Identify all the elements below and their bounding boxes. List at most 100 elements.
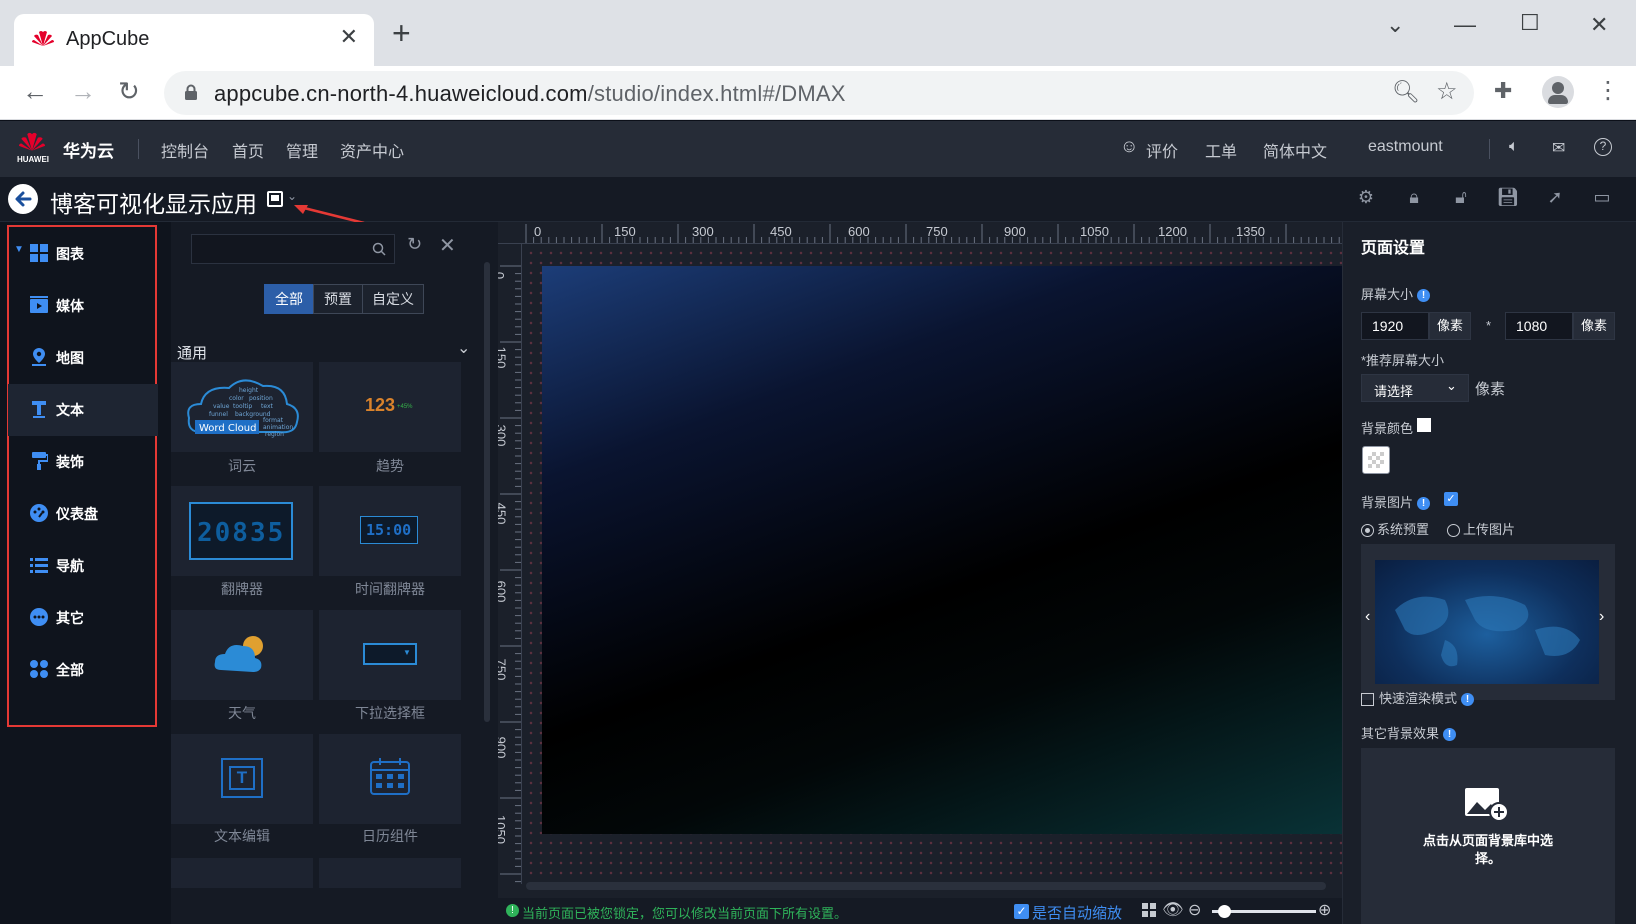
bg-image-checkbox[interactable]: ✓ bbox=[1444, 492, 1458, 506]
back-button[interactable] bbox=[8, 184, 38, 214]
speaker-icon[interactable]: 🔈︎ bbox=[1509, 138, 1519, 156]
component-search-input[interactable] bbox=[191, 234, 395, 264]
mail-icon[interactable]: ✉ bbox=[1552, 138, 1565, 158]
browser-tab[interactable]: AppCube ✕ bbox=[14, 14, 374, 66]
user-name[interactable]: eastmount bbox=[1368, 138, 1443, 156]
recommended-size-select[interactable]: 请选择 ⌄ bbox=[1361, 374, 1469, 402]
sidebar-item-navigation[interactable]: 导航 bbox=[8, 540, 158, 592]
filter-all-button[interactable]: 全部 bbox=[264, 284, 314, 314]
nav-home[interactable]: 首页 bbox=[232, 138, 264, 162]
radio-upload-image[interactable]: 上传图片 bbox=[1447, 519, 1515, 538]
expand-caret-icon[interactable]: ▼ bbox=[14, 244, 24, 255]
component-card-wordcloud[interactable]: height color position value tooltip text… bbox=[171, 362, 313, 452]
component-card-time-flipper[interactable]: 15:00 bbox=[319, 486, 461, 576]
smile-icon[interactable]: ☺ bbox=[1120, 136, 1138, 157]
bg-library-picker[interactable]: 点击从页面背景库中选择。 bbox=[1361, 748, 1615, 924]
bookmark-star-icon[interactable]: ☆ bbox=[1436, 77, 1458, 106]
save-icon[interactable]: 💾︎ bbox=[1496, 187, 1520, 211]
minimize-icon[interactable]: — bbox=[1454, 12, 1476, 38]
sidebar-item-other[interactable]: 其它 bbox=[8, 592, 158, 644]
carousel-next-icon[interactable]: › bbox=[1599, 608, 1604, 626]
address-bar[interactable]: appcube.cn-north-4.huaweicloud.com/studi… bbox=[164, 71, 1474, 115]
info-icon[interactable]: ! bbox=[1461, 693, 1475, 707]
tab-search-chevron-icon[interactable]: ⌄ bbox=[1386, 12, 1404, 38]
width-input[interactable]: 1920 bbox=[1361, 312, 1429, 340]
zoom-slider-handle[interactable] bbox=[1218, 905, 1231, 918]
extensions-icon[interactable]: ✚ bbox=[1494, 78, 1512, 104]
design-canvas[interactable] bbox=[542, 266, 1342, 834]
carousel-prev-icon[interactable]: ‹ bbox=[1365, 608, 1370, 626]
lock-icon[interactable] bbox=[184, 84, 198, 101]
grid-toggle-icon[interactable] bbox=[1142, 903, 1156, 917]
sidebar-item-decoration[interactable]: 装饰 bbox=[8, 436, 158, 488]
sidebar-item-text[interactable]: 文本 bbox=[8, 384, 158, 436]
window-close-icon[interactable]: ✕ bbox=[1590, 12, 1608, 38]
help-icon[interactable]: ? bbox=[1594, 138, 1612, 156]
zoom-icon[interactable]: 🔍︎ bbox=[1392, 79, 1420, 105]
component-card-dropdown[interactable]: ▼ bbox=[319, 610, 461, 700]
nav-console[interactable]: 控制台 bbox=[161, 138, 209, 162]
component-card-partial[interactable] bbox=[171, 858, 313, 888]
lock-screen-icon[interactable]: 🔒︎ bbox=[1402, 187, 1426, 211]
auto-scale-label[interactable]: 是否自动缩放 bbox=[1032, 902, 1122, 923]
refresh-icon[interactable]: ↻ bbox=[407, 234, 422, 255]
maximize-icon[interactable]: ☐ bbox=[1520, 10, 1540, 36]
settings-gear-icon[interactable]: ⚙ bbox=[1354, 187, 1378, 211]
bg-color-swatch[interactable] bbox=[1417, 418, 1431, 432]
bg-image-carousel[interactable]: ‹ › bbox=[1361, 544, 1615, 700]
canvas-horizontal-scrollbar[interactable] bbox=[526, 882, 1326, 890]
height-input[interactable]: 1080 bbox=[1505, 312, 1573, 340]
fast-render-checkbox[interactable] bbox=[1361, 693, 1374, 707]
fast-render-option[interactable]: 快速渲染模式! bbox=[1361, 688, 1475, 707]
component-card-calendar[interactable] bbox=[319, 734, 461, 824]
filter-custom-button[interactable]: 自定义 bbox=[362, 284, 424, 314]
page-template-icon[interactable] bbox=[267, 191, 283, 207]
tab-close-icon[interactable]: ✕ bbox=[340, 24, 358, 50]
new-tab-button[interactable]: + bbox=[392, 17, 411, 49]
component-card-weather[interactable] bbox=[171, 610, 313, 700]
eye-icon[interactable]: 👁︎ bbox=[1162, 900, 1184, 920]
info-icon[interactable]: ! bbox=[1417, 289, 1431, 303]
info-icon[interactable]: ! bbox=[1417, 497, 1431, 511]
profile-avatar[interactable] bbox=[1542, 76, 1574, 108]
back-arrow-icon[interactable]: ← bbox=[22, 76, 48, 107]
ticket-link[interactable]: 工单 bbox=[1205, 138, 1237, 162]
color-picker-button[interactable] bbox=[1362, 446, 1390, 474]
publish-icon[interactable]: ➚ bbox=[1543, 187, 1567, 211]
close-panel-icon[interactable]: ✕ bbox=[439, 233, 456, 258]
brand-name[interactable]: 华为云 bbox=[63, 137, 114, 162]
zoom-out-icon[interactable]: ⊖ bbox=[1188, 900, 1201, 920]
component-card-text-editor[interactable]: T bbox=[171, 734, 313, 824]
filter-preset-button[interactable]: 预置 bbox=[313, 284, 363, 314]
zoom-in-icon[interactable]: ⊕ bbox=[1318, 900, 1331, 920]
sidebar-item-charts[interactable]: ▼ 图表 bbox=[8, 228, 158, 280]
component-card-flipper[interactable]: 20835 bbox=[171, 486, 313, 576]
sidebar-item-all[interactable]: 全部 bbox=[8, 644, 158, 696]
bg-library-hint[interactable]: 点击从页面背景库中选择。 bbox=[1413, 832, 1563, 868]
template-dropdown-icon[interactable]: ⌄ bbox=[287, 189, 297, 203]
component-card-trend[interactable]: 123 +45% bbox=[319, 362, 461, 452]
info-icon[interactable]: ! bbox=[1443, 728, 1457, 742]
group-collapse-chevron-icon[interactable]: ⌄ bbox=[457, 338, 470, 358]
language-selector[interactable]: 简体中文 bbox=[1263, 138, 1327, 162]
component-card-partial[interactable] bbox=[319, 858, 461, 888]
search-icon[interactable] bbox=[372, 242, 386, 256]
browser-menu-icon[interactable]: ⋮ bbox=[1596, 76, 1620, 105]
component-scrollbar[interactable] bbox=[484, 262, 490, 722]
text-icon bbox=[32, 401, 46, 418]
nav-assets[interactable]: 资产中心 bbox=[340, 138, 404, 162]
reload-icon[interactable]: ↻ bbox=[118, 76, 140, 107]
zoom-slider[interactable] bbox=[1212, 905, 1316, 918]
auto-scale-checkbox[interactable]: ✓ bbox=[1014, 904, 1029, 919]
preview-screen-icon[interactable]: ▭ bbox=[1590, 187, 1614, 211]
sidebar-item-map[interactable]: 地图 bbox=[8, 332, 158, 384]
forward-arrow-icon[interactable]: → bbox=[70, 76, 96, 107]
url-text[interactable]: appcube.cn-north-4.huaweicloud.com/studi… bbox=[214, 81, 846, 107]
unlock-screen-icon[interactable]: 🔓︎ bbox=[1449, 187, 1473, 211]
sidebar-item-media[interactable]: 媒体 bbox=[8, 280, 158, 332]
nav-manage[interactable]: 管理 bbox=[286, 138, 318, 162]
radio-system-preset[interactable]: 系统预置 bbox=[1361, 519, 1429, 538]
rate-link[interactable]: 评价 bbox=[1146, 138, 1178, 162]
apps-icon bbox=[30, 660, 48, 678]
sidebar-item-dashboard[interactable]: 仪表盘 bbox=[8, 488, 158, 540]
